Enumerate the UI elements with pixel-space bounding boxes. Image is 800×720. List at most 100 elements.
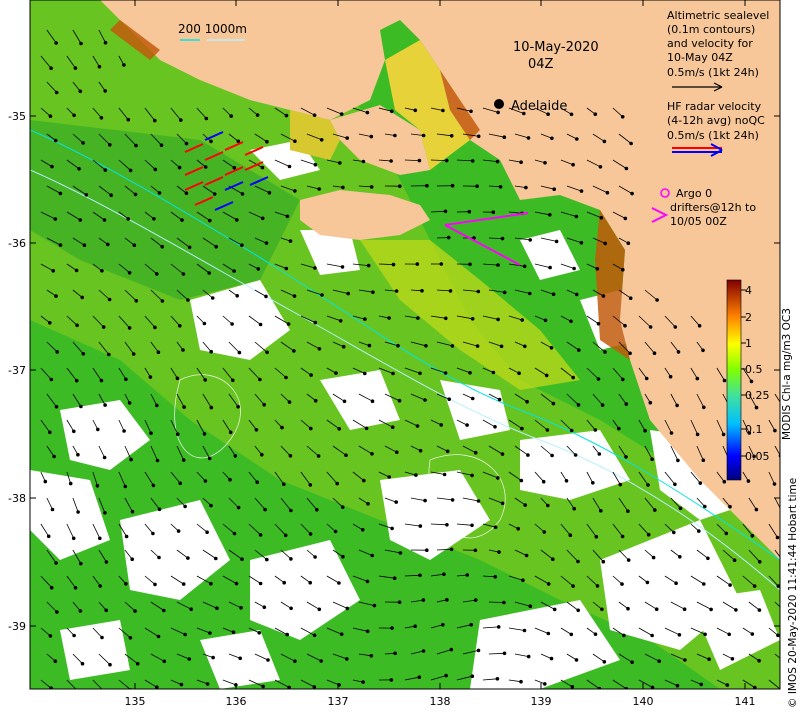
velocity-vector-head <box>372 603 377 608</box>
velocity-vector-head <box>319 138 324 142</box>
velocity-vector-head <box>202 432 207 436</box>
velocity-vector-head <box>76 689 80 693</box>
velocity-vector-head <box>289 606 293 611</box>
velocity-vector-head <box>648 400 653 405</box>
velocity-vector-head <box>722 479 727 484</box>
velocity-vector-head <box>391 371 395 376</box>
y-tick-label: -38 <box>8 492 26 505</box>
velocity-vector-head <box>730 657 735 661</box>
velocity-vector-head <box>396 343 400 348</box>
radar-legend-line: HF radar velocity <box>667 100 762 113</box>
velocity-vector-head <box>628 351 632 356</box>
velocity-vector-head <box>346 291 351 296</box>
velocity-vector-head <box>261 684 265 689</box>
velocity-vector-head <box>551 557 555 561</box>
velocity-vector-head <box>209 405 214 410</box>
velocity-vector-head <box>254 428 259 432</box>
velocity-vector-head <box>285 214 290 219</box>
velocity-vector-head <box>595 584 600 588</box>
velocity-vector-head <box>186 556 190 560</box>
velocity-vector-head <box>182 405 186 409</box>
velocity-vector-head <box>521 578 525 582</box>
velocity-vector-head <box>397 600 402 604</box>
velocity-vector-head <box>68 481 73 486</box>
velocity-vector-head <box>184 141 189 146</box>
velocity-vector-head <box>418 573 422 578</box>
velocity-vector-head <box>104 608 108 613</box>
velocity-vector-head <box>162 659 167 664</box>
velocity-vector-head <box>749 379 754 384</box>
velocity-vector-head <box>496 317 500 322</box>
velocity-vector-head <box>157 507 162 512</box>
velocity-vector-head <box>574 214 579 219</box>
velocity-vector-head <box>345 657 349 661</box>
velocity-vector-head <box>599 216 604 220</box>
velocity-vector-head <box>371 290 375 295</box>
velocity-vector-head <box>126 217 130 221</box>
velocity-vector-head <box>309 426 313 431</box>
velocity-vector-head <box>669 431 674 435</box>
velocity-vector-head <box>390 109 394 114</box>
velocity-vector-head <box>286 322 291 326</box>
velocity-vector-head <box>523 344 527 349</box>
velocity-vector-head <box>569 112 574 117</box>
velocity-vector-head <box>657 659 661 663</box>
velocity-vector-head <box>49 377 54 382</box>
velocity-vector-head <box>465 423 469 427</box>
velocity-vector-head <box>448 289 453 293</box>
velocity-vector-head <box>345 606 350 611</box>
velocity-vector-head <box>576 403 581 407</box>
velocity-vector-head <box>499 344 504 349</box>
velocity-vector-head <box>341 344 346 349</box>
velocity-vector-head <box>183 504 187 509</box>
velocity-vector-head <box>698 481 703 485</box>
map-figure: Adelaide 200 1000m 10-May-2020 04Z Altim… <box>8 0 799 708</box>
velocity-vector-head <box>49 585 54 590</box>
velocity-vector-head <box>398 551 403 555</box>
velocity-vector-head <box>593 632 598 636</box>
velocity-vector-head <box>695 376 700 381</box>
y-tick-label: -37 <box>8 364 26 377</box>
velocity-vector-head <box>264 241 269 245</box>
argo-legend-line: drifters@12h to <box>670 201 756 214</box>
velocity-vector-head <box>425 548 429 552</box>
velocity-vector-head <box>605 190 610 195</box>
velocity-vector-head <box>313 162 318 167</box>
velocity-vector-head <box>54 404 59 409</box>
velocity-vector-head <box>394 289 399 293</box>
velocity-vector-head <box>208 218 212 223</box>
velocity-vector-head <box>232 166 237 170</box>
velocity-vector-head <box>236 505 241 510</box>
velocity-vector-head <box>205 682 210 686</box>
velocity-vector-head <box>497 550 501 554</box>
velocity-vector-head <box>579 240 584 245</box>
velocity-vector-head <box>626 558 631 562</box>
velocity-vector-head <box>683 658 687 662</box>
velocity-vector-head <box>313 555 317 559</box>
velocity-vector-head <box>312 633 317 638</box>
velocity-vector-head <box>284 266 289 271</box>
velocity-vector-head <box>317 607 322 612</box>
velocity-vector-head <box>214 556 218 561</box>
velocity-vector-head <box>651 555 656 560</box>
velocity-vector-head <box>675 403 679 408</box>
velocity-vector-head <box>502 651 507 656</box>
velocity-vector-head <box>423 498 427 503</box>
velocity-vector-head <box>772 482 777 486</box>
velocity-vector-head <box>184 191 189 195</box>
velocity-vector-head <box>153 582 157 587</box>
velocity-vector-head <box>697 529 701 533</box>
velocity-vector-head <box>124 534 129 539</box>
velocity-vector-head <box>313 320 318 325</box>
velocity-vector-head <box>526 136 531 140</box>
velocity-vector-head <box>54 41 58 45</box>
velocity-vector-head <box>418 448 423 453</box>
velocity-vector-head <box>596 377 601 381</box>
velocity-vector-head <box>288 454 293 458</box>
velocity-vector-head <box>603 241 607 246</box>
velocity-vector-head <box>473 450 478 455</box>
velocity-vector-head <box>569 632 574 637</box>
velocity-vector-head <box>392 576 397 580</box>
velocity-vector-head <box>181 458 186 462</box>
velocity-vector-head <box>54 294 58 298</box>
